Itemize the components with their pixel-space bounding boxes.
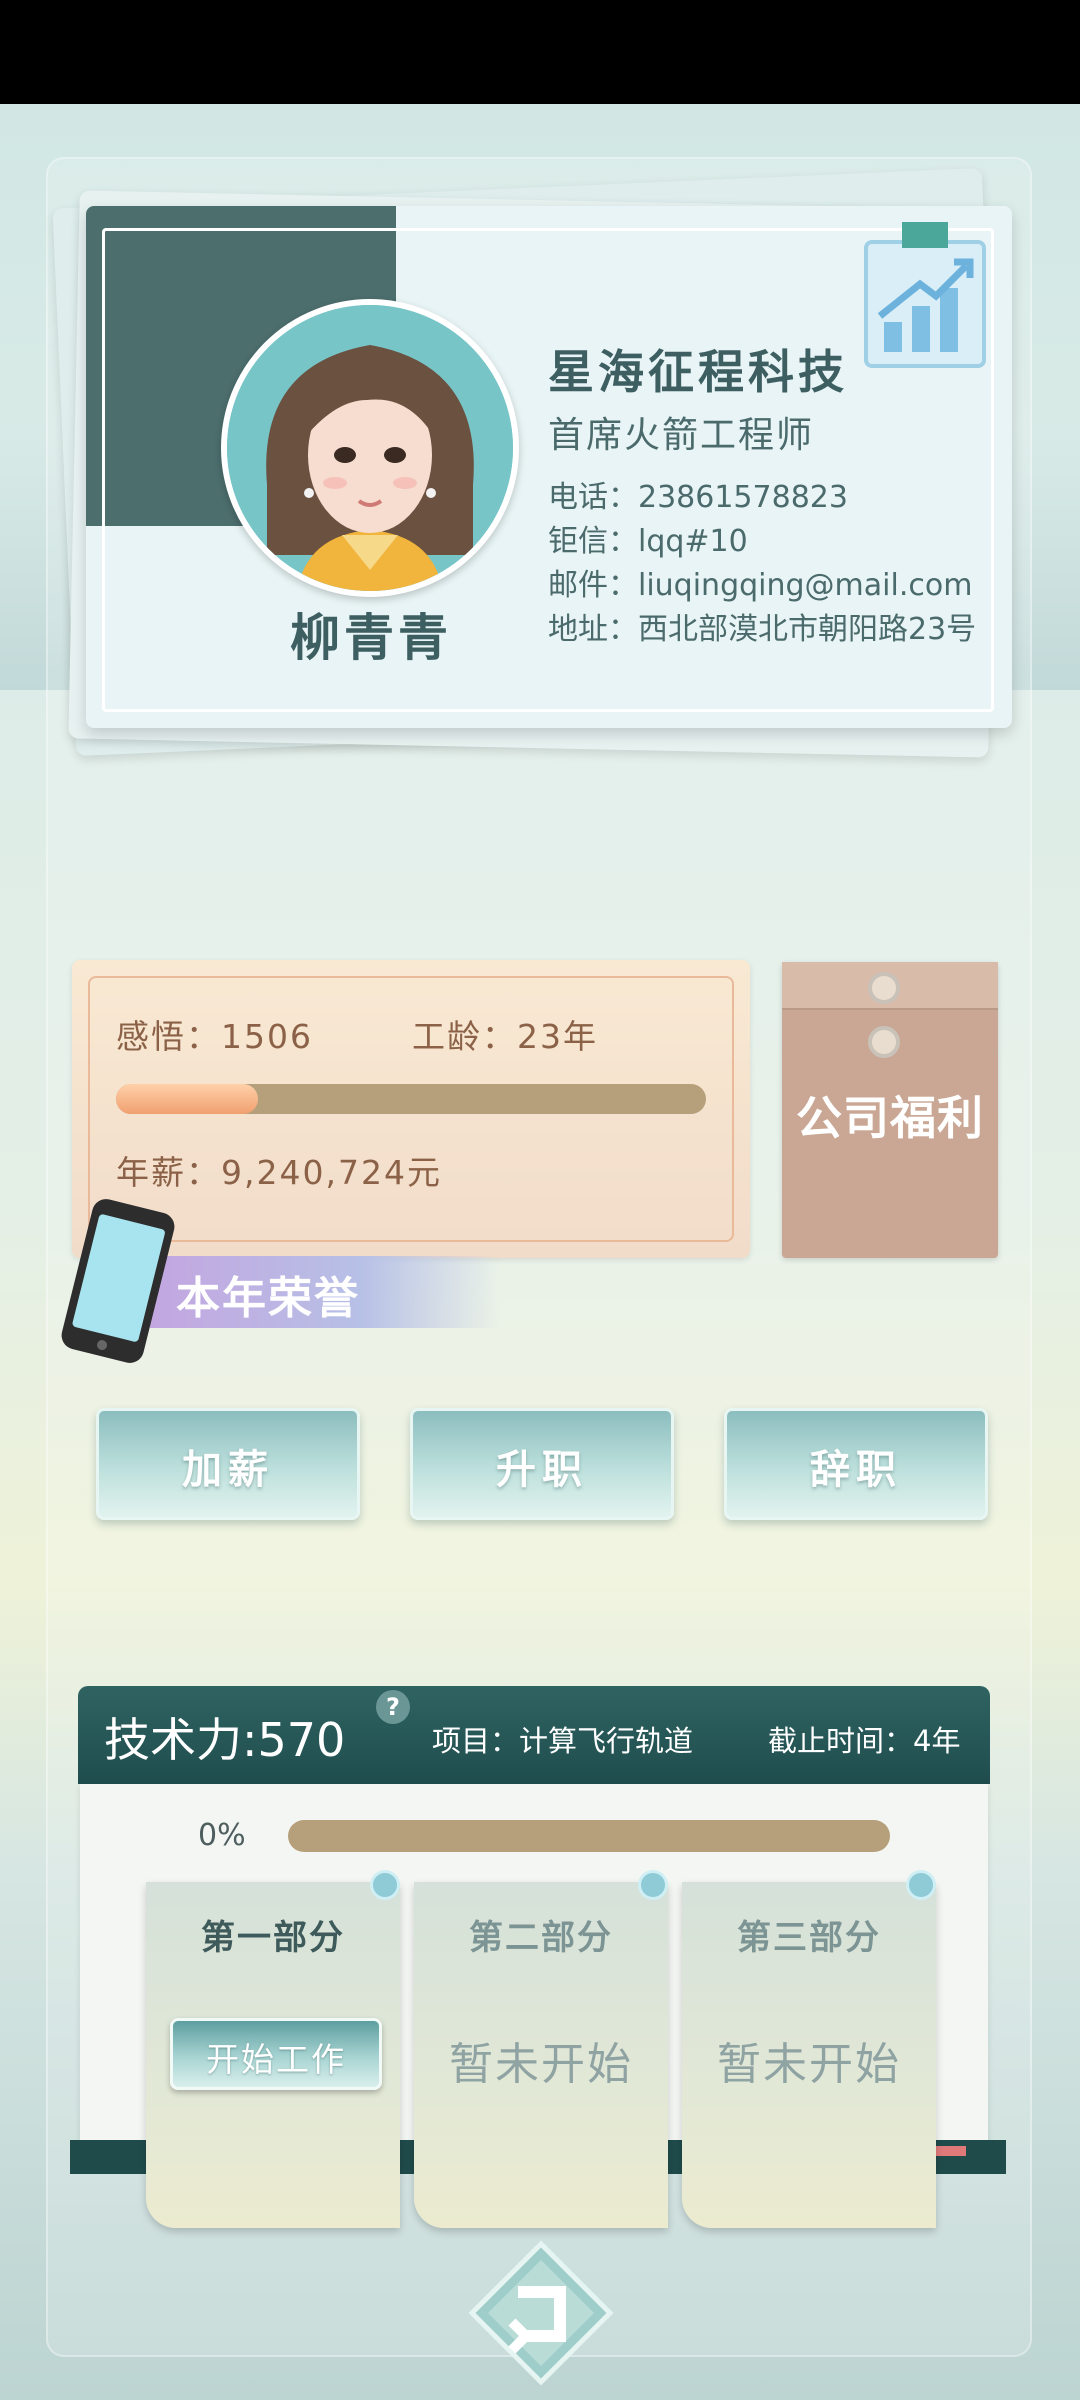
project-progress-percent: 0%: [198, 1818, 246, 1853]
help-icon[interactable]: ?: [376, 1690, 410, 1724]
experience-progress-bar: [116, 1084, 706, 1114]
promote-button[interactable]: 升职: [410, 1408, 674, 1520]
part-three-card[interactable]: 第三部分 暂未开始: [682, 1870, 936, 2228]
experience-progress-fill: [116, 1084, 258, 1114]
status-bar: [0, 0, 1080, 104]
company-name: 星海征程科技: [548, 345, 848, 399]
part-one-title: 第一部分: [201, 1918, 345, 1958]
promote-label: 升职: [496, 1447, 588, 1493]
pin-icon: [638, 1870, 668, 1900]
pin-icon: [906, 1870, 936, 1900]
part-two-title: 第二部分: [469, 1918, 613, 1958]
messenger-id: 钜信：lqq#10: [548, 524, 748, 559]
tech-power: 技术力:570: [104, 1713, 346, 1767]
part-three-status: 暂未开始: [717, 2039, 901, 2090]
raise-salary-label: 加薪: [182, 1447, 274, 1493]
part-two-card[interactable]: 第二部分 暂未开始: [414, 1870, 668, 2228]
part-one-card[interactable]: 第一部分 开始工作: [146, 1870, 400, 2228]
envelope-clasp-icon: [868, 1026, 900, 1058]
growth-chart-icon[interactable]: [862, 222, 988, 372]
insight-stat: 感悟：1506: [116, 1017, 313, 1056]
envelope-clasp-icon: [868, 972, 900, 1004]
email-address: 邮件：liuqingqing@mail.com: [548, 568, 973, 603]
avatar: [221, 299, 519, 597]
resign-button[interactable]: 辞职: [724, 1408, 988, 1520]
job-title: 首席火箭工程师: [548, 415, 815, 456]
project-name: 项目：计算飞行轨道: [432, 1724, 694, 1758]
company-welfare-label: 公司福利: [796, 1091, 984, 1145]
return-arrow-icon[interactable]: [468, 2240, 614, 2386]
deadline: 截止时间：4年: [768, 1724, 961, 1758]
company-welfare-button[interactable]: 公司福利: [782, 962, 998, 1258]
phone-number: 电话：23861578823: [548, 480, 848, 515]
person-name: 柳青青: [290, 609, 452, 667]
annual-salary: 年薪：9,240,724元: [116, 1153, 442, 1192]
resign-label: 辞职: [810, 1447, 902, 1493]
honor-label[interactable]: 本年荣誉: [176, 1262, 360, 1326]
start-work-button[interactable]: 开始工作: [170, 2018, 382, 2090]
project-progress-bar: [288, 1820, 890, 1852]
street-address: 地址：西北部漠北市朝阳路23号: [548, 612, 977, 647]
part-three-title: 第三部分: [737, 1918, 881, 1958]
pin-icon: [370, 1870, 400, 1900]
tech-header: 技术力:570 ? 项目：计算飞行轨道 截止时间：4年: [78, 1686, 990, 1784]
start-work-label: 开始工作: [206, 2040, 346, 2079]
raise-salary-button[interactable]: 加薪: [96, 1408, 360, 1520]
seniority-stat: 工龄：23年: [412, 1017, 598, 1056]
part-two-status: 暂未开始: [449, 2039, 633, 2090]
